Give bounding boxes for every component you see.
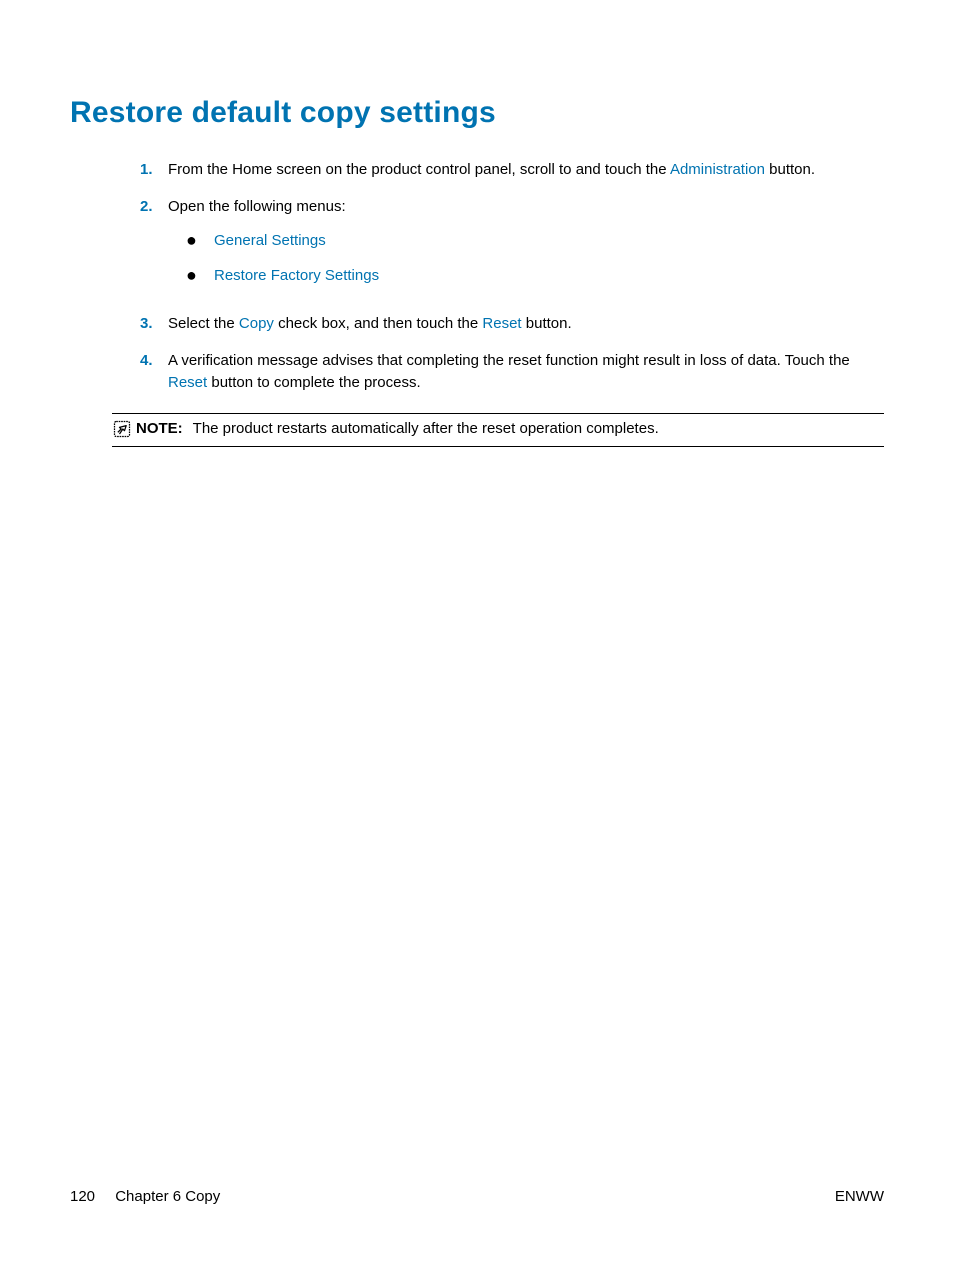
reset-link: Reset [482,315,521,332]
bullet-icon: ● [186,230,214,252]
note-block: NOTE: The product restarts automatically… [112,413,884,448]
note-text: The product restarts automatically after… [193,418,659,441]
page-number: 120 [70,1188,95,1205]
footer-left: 120 Chapter 6 Copy [70,1186,220,1209]
step-number: 4. [140,350,168,373]
step-text: Open the following menus: [168,198,346,215]
restore-factory-settings-link: Restore Factory Settings [214,265,379,288]
steps-list: 1. From the Home screen on the product c… [140,159,884,395]
bullet-icon: ● [186,265,214,287]
step-body: A verification message advises that comp… [168,350,884,395]
step-text: From the Home screen on the product cont… [168,161,670,178]
step-text: Select the [168,315,239,332]
copy-link: Copy [239,315,274,332]
step-text: button. [765,161,815,178]
step-number: 2. [140,196,168,219]
step-text: button. [522,315,572,332]
note-icon [112,419,132,439]
step-3: 3. Select the Copy check box, and then t… [140,313,884,336]
step-body: Open the following menus: ● General Sett… [168,196,884,300]
step-number: 1. [140,159,168,182]
step-text: A verification message advises that comp… [168,352,850,369]
sub-item: ● Restore Factory Settings [186,265,884,288]
sub-list: ● General Settings ● Restore Factory Set… [186,230,884,287]
step-2: 2. Open the following menus: ● General S… [140,196,884,300]
step-body: From the Home screen on the product cont… [168,159,884,182]
administration-link: Administration [670,161,765,178]
sub-item: ● General Settings [186,230,884,253]
step-number: 3. [140,313,168,336]
note-label: NOTE: [136,418,183,441]
step-4: 4. A verification message advises that c… [140,350,884,395]
reset-link: Reset [168,374,207,391]
general-settings-link: General Settings [214,230,326,253]
step-1: 1. From the Home screen on the product c… [140,159,884,182]
page-heading: Restore default copy settings [70,90,884,135]
step-text: check box, and then touch the [274,315,482,332]
footer-right: ENWW [835,1186,884,1209]
step-body: Select the Copy check box, and then touc… [168,313,884,336]
chapter-label: Chapter 6 Copy [115,1188,220,1205]
page-footer: 120 Chapter 6 Copy ENWW [70,1186,884,1209]
step-text: button to complete the process. [207,374,420,391]
